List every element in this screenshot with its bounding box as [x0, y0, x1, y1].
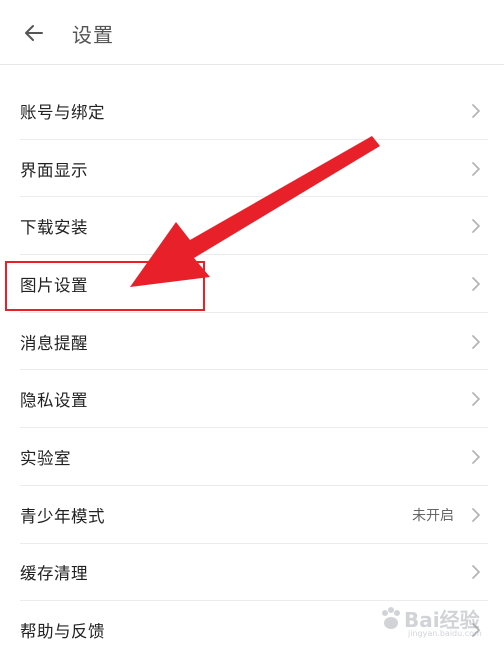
settings-item-label: 图片设置 [20, 275, 88, 295]
settings-item-notifications[interactable]: 消息提醒 [0, 313, 504, 371]
settings-item-display[interactable]: 界面显示 [0, 140, 504, 198]
chevron-right-icon [472, 219, 480, 234]
settings-item-label: 实验室 [20, 448, 71, 468]
settings-item-image-settings[interactable]: 图片设置 [0, 255, 504, 313]
header-divider [0, 64, 504, 65]
settings-item-label: 下载安装 [20, 218, 88, 238]
settings-item-download-install[interactable]: 下载安装 [0, 197, 504, 256]
header-bar: 设置 [0, 0, 504, 64]
settings-item-label: 青少年模式 [20, 506, 105, 526]
settings-item-label: 帮助与反馈 [20, 622, 105, 642]
chevron-right-icon [472, 103, 480, 118]
chevron-right-icon [472, 334, 480, 349]
chevron-right-icon [472, 450, 480, 464]
youth-mode-status: 未开启 [412, 507, 454, 524]
chevron-right-icon [472, 507, 480, 522]
settings-item-youth-mode[interactable]: 青少年模式 未开启 [0, 486, 504, 544]
baidu-jingyan-watermark: Bai经验 jingyan.baidu.com [374, 602, 494, 642]
page-title: 设置 [72, 23, 114, 47]
chevron-right-icon [472, 565, 480, 580]
settings-item-clear-cache[interactable]: 缓存清理 [0, 544, 504, 602]
settings-item-account-binding[interactable]: 账号与绑定 [0, 82, 504, 140]
chevron-right-icon [472, 277, 480, 291]
watermark-url: jingyan.baidu.com [408, 629, 482, 638]
chevron-right-icon [472, 161, 480, 176]
settings-item-label: 账号与绑定 [20, 102, 105, 122]
settings-item-label: 缓存清理 [20, 564, 88, 584]
settings-item-label: 隐私设置 [20, 391, 88, 411]
chevron-right-icon [472, 392, 480, 407]
settings-list: 账号与绑定 界面显示 下载安装 图片设置 消息提醒 隐私设置 实验室 青少年模式… [0, 82, 504, 646]
arrow-left-icon [25, 25, 43, 41]
paw-logo-icon [382, 607, 400, 629]
settings-item-privacy[interactable]: 隐私设置 [0, 370, 504, 429]
settings-item-label: 界面显示 [20, 160, 88, 180]
settings-item-lab[interactable]: 实验室 [0, 428, 504, 486]
back-button[interactable] [20, 18, 50, 48]
settings-item-label: 消息提醒 [20, 333, 88, 353]
